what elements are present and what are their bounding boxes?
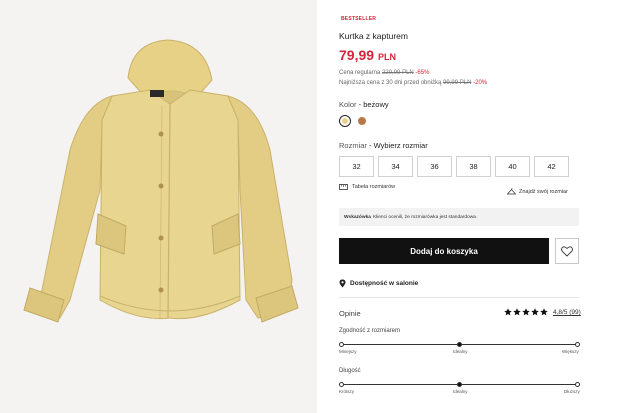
size-label: Rozmiar - Wybierz rozmiar [339,141,428,150]
star-icon [522,308,530,316]
fit-scale-left-label: Mniejszy [339,349,357,354]
heart-icon [561,245,573,257]
regular-price-line: Cena regularna 229,99 PLN -65% [339,70,429,76]
regular-price-label: Cena regularna [339,70,381,76]
product-title: Kurtka z kapturem [339,31,408,41]
size-option-36[interactable]: 36 [417,156,452,177]
length-scale-title: Długość [339,368,361,374]
store-availability-link[interactable]: Dostępność w salonie [339,279,418,288]
product-image-gallery[interactable] [0,0,317,413]
lowest-price-line: Najniższa cena z 30 dni przed obniżką 99… [339,80,487,86]
product-details-panel: BESTSELLER Kurtka z kapturem 79,99 PLN C… [339,0,581,413]
size-option-34[interactable]: 34 [378,156,413,177]
length-scale-middle-label: Idealny [453,389,468,394]
lowest-price-label: Najniższa cena z 30 dni przed obniżką [339,80,442,86]
star-icon [540,308,548,316]
hanger-icon [507,188,516,195]
rating-stars [504,308,548,316]
find-size-link[interactable]: Znajdź swój rozmiar [507,188,568,195]
color-value: - beżowy [358,100,389,109]
price-currency: PLN [377,52,396,62]
star-icon [504,308,512,316]
fit-scale-marker [457,342,462,347]
fit-scale-end-dot [575,342,580,347]
ruler-icon [339,184,348,190]
regular-price: 229,99 PLN [382,70,414,76]
size-selector: 32 34 36 38 40 42 [339,156,570,177]
star-icon [531,308,539,316]
rating-link[interactable]: 4,8/5 (99) [553,309,581,316]
hint-text: Klienci ocenili, że rozmiarówka jest sta… [372,214,478,220]
lowest-discount: -20% [473,80,488,86]
fit-scale-title: Zgodność z rozmiarem [339,328,401,334]
size-table-link[interactable]: Tabela rozmiarów [339,184,395,190]
size-option-40[interactable]: 40 [495,156,530,177]
color-swatch-brown[interactable] [358,117,366,125]
regular-discount: -65% [415,70,430,76]
color-label-text: Kolor [339,100,357,109]
section-divider [339,297,579,298]
length-scale-left-label: Krótszy [339,389,355,394]
length-scale-start-dot [339,382,344,387]
product-image-jacket [23,39,299,323]
size-option-32[interactable]: 32 [339,156,374,177]
wishlist-button[interactable] [555,238,579,264]
size-hint-box: Wskazówka Klienci ocenili, że rozmiarówk… [339,208,579,226]
find-size-label: Znajdź swój rozmiar [519,188,568,195]
fit-scale-right-label: Większy [562,349,579,354]
color-label: Kolor - beżowy [339,100,389,109]
length-scale-right-label: Dłuższy [564,389,580,394]
size-option-42[interactable]: 42 [534,156,569,177]
fit-scale-start-dot [339,342,344,347]
star-icon [513,308,521,316]
length-scale-marker [457,382,462,387]
size-option-38[interactable]: 38 [456,156,491,177]
add-to-cart-button[interactable]: Dodaj do koszyka [339,238,549,264]
reviews-label: Opinie [339,309,361,318]
length-scale-end-dot [575,382,580,387]
map-pin-icon [339,279,346,288]
price-value: 79,99 [339,47,375,63]
hint-title: Wskazówka [344,214,371,220]
color-swatch-beige[interactable] [339,115,351,127]
current-price: 79,99 PLN [339,47,396,63]
size-value: - Wybierz rozmiar [369,141,428,150]
lowest-price: 99,99 PLN [443,80,472,86]
fit-scale-middle-label: Idealny [453,349,468,354]
bestseller-badge: BESTSELLER [341,16,377,22]
availability-label: Dostępność w salonie [350,280,419,287]
size-table-label: Tabela rozmiarów [352,184,396,190]
size-label-text: Rozmiar [339,141,367,150]
